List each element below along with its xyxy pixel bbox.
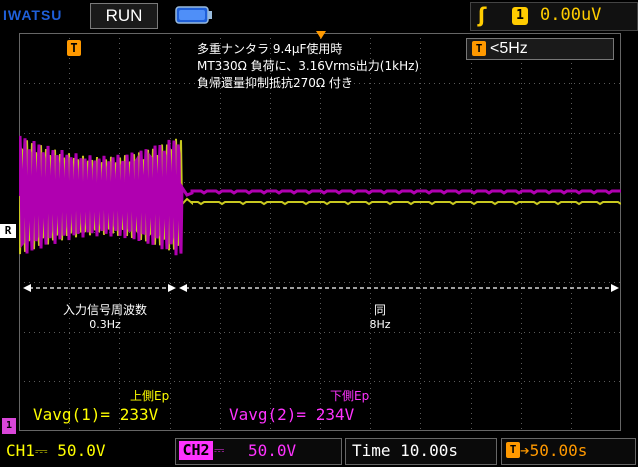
battery-icon xyxy=(175,6,212,24)
waveform-canvas xyxy=(19,33,621,431)
annotation-line-1: 多重ナンタラ 9.4μF使用時 xyxy=(197,42,343,56)
ch2-badge: CH2 xyxy=(179,441,213,460)
annotation-line-2: MT330Ω 負荷に、3.16Vrms出力(1kHz) xyxy=(197,59,420,73)
left-segment-arrow-head-left xyxy=(23,284,31,292)
trigger-level-readout: 0.00uV xyxy=(540,5,602,25)
dc-coupling-icon: ⎓ xyxy=(214,443,225,458)
right-segment-label: 同 xyxy=(373,303,386,317)
run-state-button[interactable]: RUN xyxy=(90,3,158,29)
right-segment-arrow-head-left xyxy=(179,284,187,292)
annotation-line-3: 負帰還量抑制抵抗270Ω 付き xyxy=(197,76,353,90)
right-segment-arrow-head-right xyxy=(611,284,619,292)
left-segment-label: 入力信号周波数 xyxy=(62,303,147,317)
rising-edge-icon: ʃ xyxy=(478,3,487,27)
upper-ep-label: 上側Ep xyxy=(130,389,170,403)
delay-trigger-icon: T xyxy=(506,442,520,458)
reference-marker-icon: R xyxy=(0,224,16,238)
right-segment-freq: 8Hz xyxy=(369,318,391,331)
brand-logo: IWATSU xyxy=(3,7,63,23)
trigger-marker-icon: T xyxy=(67,40,81,56)
delay-readout: ➔50.00s xyxy=(520,441,588,460)
trigger-position-icon xyxy=(316,31,326,39)
ch2-scale-readout: 50.0V xyxy=(248,441,297,460)
left-segment-freq: 0.3Hz xyxy=(89,318,121,331)
timebase-readout: Time 10.00s xyxy=(352,441,458,460)
lower-ep-label: 下側Ep xyxy=(330,389,370,403)
ch2-average-measurement: Vavg(2)= 234V xyxy=(229,405,355,424)
filter-label: <5Hz xyxy=(490,40,528,57)
trigger-source-badge: 1 xyxy=(512,7,528,25)
ch1-scale-readout[interactable]: CH1⎓ 50.0V xyxy=(6,440,141,462)
ch1-average-measurement: Vavg(1)= 233V xyxy=(33,405,159,424)
waveform-display xyxy=(19,33,621,431)
left-segment-arrow-head-right xyxy=(168,284,176,292)
channel-marker-icon: 1 xyxy=(2,418,16,434)
